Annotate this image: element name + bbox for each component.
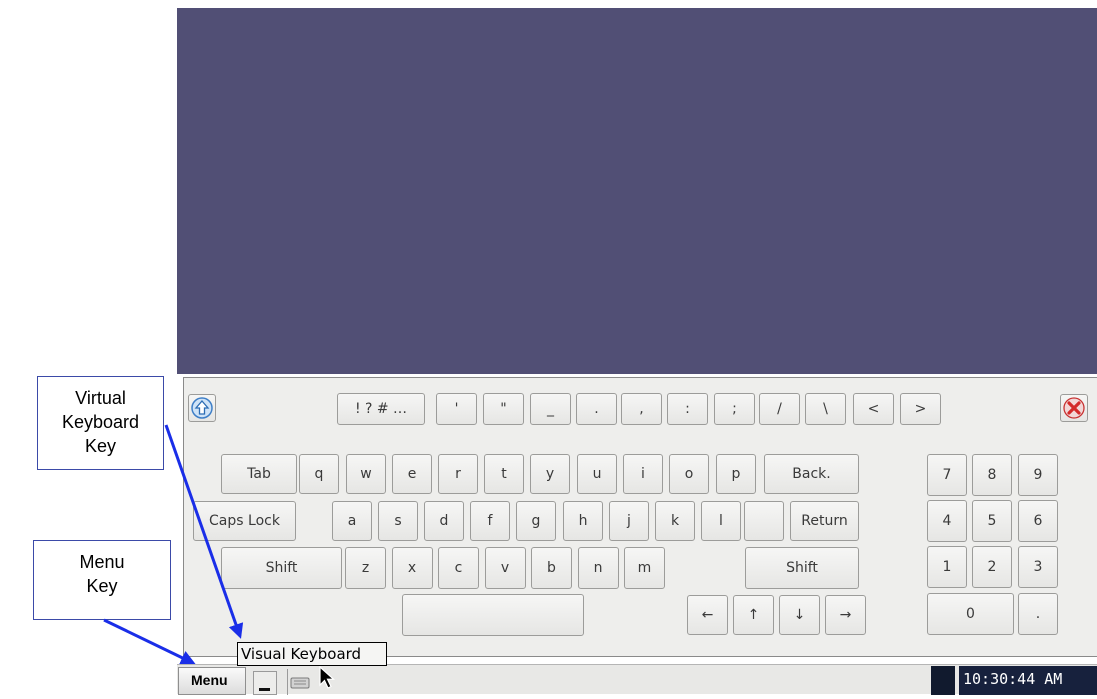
menu-button-label: Menu <box>191 672 228 688</box>
clock-panel: 10:30:44 AM <box>959 666 1097 695</box>
taskbar: Menu 10:30:44 AM <box>177 664 1097 695</box>
minimize-icon <box>259 688 270 691</box>
clock: 10:30:44 AM <box>963 670 1063 688</box>
tray-indicator <box>931 666 955 695</box>
menu-key-arrow <box>103 618 196 665</box>
minimize-all-button[interactable] <box>253 671 277 695</box>
annotation-arrows <box>103 424 244 665</box>
mouse-pointer-icon <box>319 665 336 689</box>
visual-keyboard-tooltip: Visual Keyboard <box>237 642 387 666</box>
virtual-keyboard-arrow <box>164 424 244 639</box>
